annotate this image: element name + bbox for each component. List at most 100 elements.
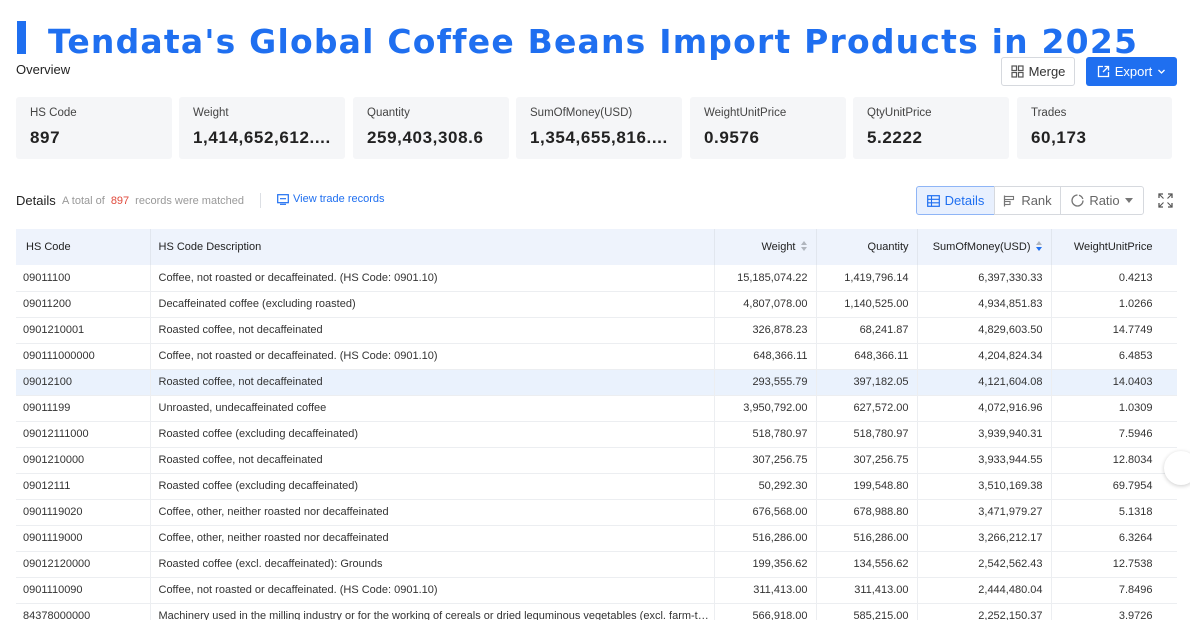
cell-sum-of-money: 3,939,940.31: [917, 421, 1052, 448]
cell-quantity: 68,241.87: [816, 317, 918, 344]
tab-details[interactable]: Details: [916, 186, 995, 215]
stat-value: 1,354,655,816....: [530, 128, 668, 147]
cell-hs-code: 0901119000: [16, 525, 151, 552]
table-icon: [926, 194, 940, 207]
cell-weight: 326,878.23: [714, 317, 817, 344]
table-row[interactable]: 09011100 Coffee, not roasted or decaffein…: [16, 265, 1177, 292]
details-table-container: HS Code HS Code Description Weight Quant…: [16, 229, 1177, 620]
tab-details-label: Details: [944, 193, 985, 208]
cell-weight-unit-price: 3.9726: [1051, 603, 1177, 620]
cell-weight-unit-price: 5.1318: [1051, 499, 1177, 526]
stat-value: 259,403,308.6: [367, 128, 484, 147]
stat-value: 1,414,652,612....: [193, 128, 331, 147]
sort-descending-icon[interactable]: [1035, 241, 1043, 252]
cell-weight: 199,356.62: [714, 551, 817, 578]
cell-quantity: 397,182.05: [816, 369, 918, 396]
cell-hs-code: 09011199: [16, 395, 151, 422]
cell-weight: 516,286.00: [714, 525, 817, 552]
cell-weight-unit-price: 1.0309: [1051, 395, 1177, 422]
merge-button[interactable]: Merge: [1001, 57, 1075, 86]
cell-description: Coffee, not roasted or decaffeinated. (H…: [150, 265, 715, 292]
stat-label: Quantity: [367, 107, 410, 119]
cell-weight: 4,807,078.00: [714, 291, 817, 318]
records-icon: [277, 193, 289, 205]
stat-label: WeightUnitPrice: [704, 107, 787, 119]
stat-card-qty-unit-price: QtyUnitPrice 5.2222: [853, 97, 1009, 159]
cell-sum-of-money: 4,204,824.34: [917, 343, 1052, 370]
stat-label: HS Code: [30, 107, 77, 119]
stat-label: SumOfMoney(USD): [530, 107, 633, 119]
cell-weight-unit-price: 0.4213: [1051, 265, 1177, 292]
view-trade-records-label: View trade records: [293, 193, 385, 205]
stat-label: Weight: [193, 107, 229, 119]
floating-action-button[interactable]: [1164, 451, 1190, 485]
cell-sum-of-money: 3,471,979.27: [917, 499, 1052, 526]
merge-button-label: Merge: [1028, 64, 1066, 79]
cell-hs-code: 09011100: [16, 265, 151, 292]
cell-hs-code: 0901210001: [16, 317, 151, 344]
records-summary: A total of 897 records were matched: [62, 195, 244, 207]
table-row[interactable]: 09011200 Decaffeinated coffee (excluding …: [16, 291, 1177, 318]
cell-description: Coffee, other, neither roasted nor decaf…: [150, 499, 715, 526]
table-row[interactable]: 09012111 Roasted coffee (excluding decaff…: [16, 473, 1177, 500]
cell-hs-code: 09012100: [16, 369, 151, 396]
table-row[interactable]: 09012111000 Roasted coffee (excluding dec…: [16, 421, 1177, 448]
stat-card-weight-unit-price: WeightUnitPrice 0.9576: [690, 97, 846, 159]
cell-sum-of-money: 4,121,604.08: [917, 369, 1052, 396]
stat-label: QtyUnitPrice: [867, 107, 932, 119]
table-row[interactable]: 09012100 Roasted coffee, not decaffeinate…: [16, 369, 1177, 396]
table-row[interactable]: 0901110090 Coffee, not roasted or decaffe…: [16, 577, 1177, 604]
stat-value: 60,173: [1031, 128, 1087, 147]
view-trade-records-link[interactable]: View trade records: [277, 193, 385, 205]
cell-sum-of-money: 2,444,480.04: [917, 577, 1052, 604]
table-row[interactable]: 090111000000 Coffee, not roasted or decaf…: [16, 343, 1177, 370]
stat-value: 0.9576: [704, 128, 760, 147]
column-header-weight-unit-price: WeightUnitPrice: [1051, 229, 1177, 265]
cell-quantity: 678,988.80: [816, 499, 918, 526]
table-row[interactable]: 84378000000 Machinery used in the milling…: [16, 603, 1177, 620]
stat-card-hs-code: HS Code 897: [16, 97, 172, 159]
column-header-label: HS Code: [26, 241, 71, 253]
export-button[interactable]: Export: [1086, 57, 1177, 86]
cell-quantity: 311,413.00: [816, 577, 918, 604]
sort-icon[interactable]: [800, 241, 808, 252]
cell-weight-unit-price: 69.7954: [1051, 473, 1177, 500]
cell-weight: 307,256.75: [714, 447, 817, 474]
stat-card-sum-of-money: SumOfMoney(USD) 1,354,655,816....: [516, 97, 682, 159]
table-row[interactable]: 09011199 Unroasted, undecaffeinated coffe…: [16, 395, 1177, 422]
tab-rank[interactable]: Rank: [994, 186, 1061, 215]
tab-ratio[interactable]: Ratio: [1060, 186, 1144, 215]
cell-hs-code: 090111000000: [16, 343, 151, 370]
column-header-weight[interactable]: Weight: [714, 229, 817, 265]
cell-description: Roasted coffee, not decaffeinated: [150, 317, 715, 344]
column-header-sum-of-money[interactable]: SumOfMoney(USD): [917, 229, 1052, 265]
cell-hs-code: 09012111000: [16, 421, 151, 448]
column-header-description: HS Code Description: [150, 229, 715, 265]
table-row[interactable]: 09012120000 Roasted coffee (excl. decaffe…: [16, 551, 1177, 578]
divider: [260, 193, 261, 208]
records-count: 897: [110, 195, 130, 207]
cell-hs-code: 0901110090: [16, 577, 151, 604]
table-row[interactable]: 0901119000 Coffee, other, neither roasted…: [16, 525, 1177, 552]
details-table: HS Code HS Code Description Weight Quant…: [16, 229, 1177, 620]
export-button-label: Export: [1114, 64, 1153, 79]
cell-weight-unit-price: 12.7538: [1051, 551, 1177, 578]
table-row[interactable]: 0901119020 Coffee, other, neither roasted…: [16, 499, 1177, 526]
cell-weight-unit-price: 7.8496: [1051, 577, 1177, 604]
cell-quantity: 199,548.80: [816, 473, 918, 500]
cell-description: Machinery used in the milling industry o…: [150, 603, 715, 620]
cell-description: Coffee, other, neither roasted nor decaf…: [150, 525, 715, 552]
cell-sum-of-money: 4,072,916.96: [917, 395, 1052, 422]
cell-weight: 566,918.00: [714, 603, 817, 620]
stat-card-weight: Weight 1,414,652,612....: [179, 97, 345, 159]
cell-weight: 3,950,792.00: [714, 395, 817, 422]
cell-quantity: 134,556.62: [816, 551, 918, 578]
cell-sum-of-money: 2,252,150.37: [917, 603, 1052, 620]
column-header-label: HS Code Description: [158, 241, 262, 253]
table-row[interactable]: 0901210000 Roasted coffee, not decaffeina…: [16, 447, 1177, 474]
cell-sum-of-money: 2,542,562.43: [917, 551, 1052, 578]
cell-weight: 311,413.00: [714, 577, 817, 604]
cell-weight-unit-price: 12.8034: [1051, 447, 1177, 474]
table-row[interactable]: 0901210001 Roasted coffee, not decaffeina…: [16, 317, 1177, 344]
fullscreen-icon[interactable]: [1158, 193, 1173, 208]
